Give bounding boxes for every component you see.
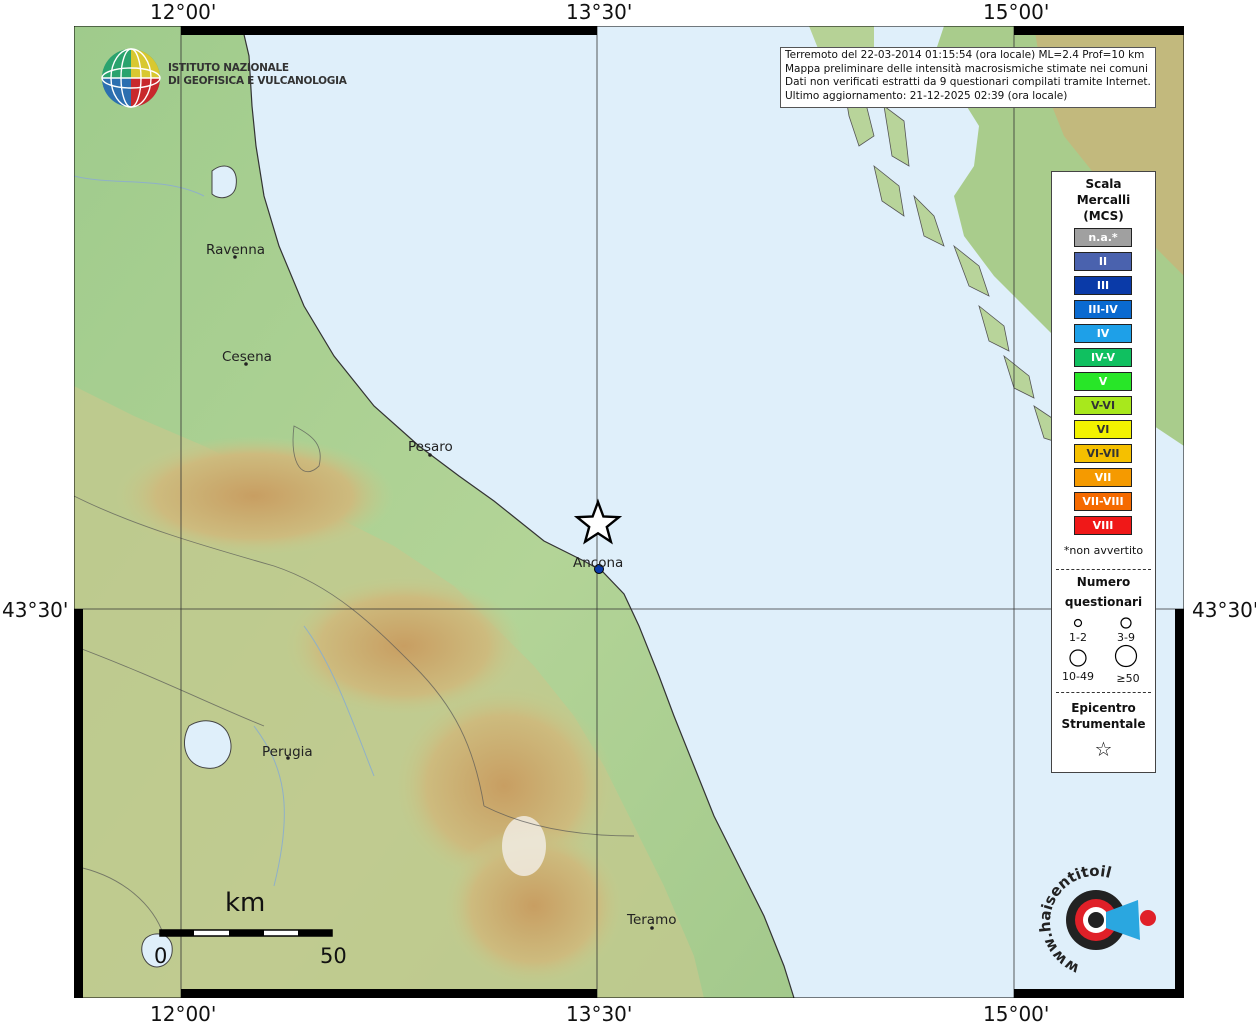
epicenter-title-line1: Epicentro <box>1071 701 1136 715</box>
map-frame <box>74 26 1184 998</box>
city-teramo[interactable]: Teramo <box>627 912 677 928</box>
count-label-1-2: 1-2 <box>1069 631 1087 644</box>
mcs-item-iii-iv: III-IV <box>1074 300 1132 319</box>
data-note-line: Dati non verificati estratti da 9 questi… <box>785 76 1151 89</box>
mcs-item-viii: VIII <box>1074 516 1132 535</box>
count-circle-50 <box>1114 644 1138 668</box>
count-label-50: ≥50 <box>1116 672 1140 685</box>
city-ancona[interactable]: Ancona <box>573 555 623 571</box>
ingv-globe-icon <box>101 48 161 108</box>
haisentito-logo[interactable]: www.haisentitoilterremoto.it <box>1001 840 1165 992</box>
scale-unit: km <box>225 888 266 918</box>
terrain-map[interactable] <box>74 26 1184 998</box>
na-note: *non avvertito <box>1063 544 1144 557</box>
scale-max: 50 <box>320 944 347 968</box>
lake-trasimeno <box>184 720 232 769</box>
ingv-line1: ISTITUTO NAZIONALE <box>168 62 289 74</box>
event-info-box: Terremoto del 22-03-2014 01:15:54 (ora l… <box>780 47 1156 108</box>
legend-separator-1 <box>1056 569 1151 570</box>
ingv-logo[interactable] <box>100 47 162 109</box>
mcs-item-v-vi: V-VI <box>1074 396 1132 415</box>
lon-label-bottom-12: 12°00' <box>150 1002 217 1026</box>
count-title-line1: Numero <box>1076 575 1131 589</box>
lon-label-bottom-13-30: 13°30' <box>566 1002 633 1026</box>
lat-label-left: 43°30' <box>2 598 69 622</box>
haisentito-logo-icon: www.haisentitoilterremoto.it <box>1001 840 1156 992</box>
count-circle-10-49 <box>1069 649 1087 667</box>
mcs-item-vii: VII <box>1074 468 1132 487</box>
legend-separator-2 <box>1056 692 1151 693</box>
city-ravenna[interactable]: Ravenna <box>206 242 265 258</box>
count-label-10-49: 10-49 <box>1062 670 1094 683</box>
mcs-item-iv: IV <box>1074 324 1132 343</box>
lagoon <box>211 165 237 199</box>
count-label-3-9: 3-9 <box>1117 631 1135 644</box>
mcs-item-iii: III <box>1074 276 1132 295</box>
city-cesena[interactable]: Cesena <box>222 349 272 365</box>
update-line: Ultimo aggiornamento: 21-12-2025 02:39 (… <box>785 89 1068 102</box>
epicenter-title-line2: Strumentale <box>1061 717 1146 731</box>
mcs-item-n-a: n.a.* <box>1074 228 1132 247</box>
epicenter-star-icon: ☆ <box>1094 737 1113 761</box>
lon-label-top-12: 12°00' <box>150 0 217 24</box>
city-pesaro[interactable]: Pesaro <box>408 439 453 455</box>
count-circle-3-9 <box>1120 617 1132 629</box>
mcs-item-iv-v: IV-V <box>1074 348 1132 367</box>
count-title-line2: questionari <box>1064 595 1143 609</box>
mcs-legend: Scala Mercalli (MCS) n.a.* II III III-IV IV I… <box>1051 171 1156 773</box>
legend-title-line3: (MCS) <box>1083 209 1124 223</box>
count-circle-1-2 <box>1073 618 1083 628</box>
legend-title-line2: Mercalli <box>1076 193 1131 207</box>
lon-label-top-15: 15°00' <box>983 0 1050 24</box>
city-perugia[interactable]: Perugia <box>262 744 313 760</box>
map-note-line: Mappa preliminare delle intensità macros… <box>785 62 1148 75</box>
ingv-logo-text: ISTITUTO NAZIONALE DI GEOFISICA E VULCAN… <box>168 62 347 88</box>
apennines-north <box>114 436 394 556</box>
snow-peak <box>502 816 546 876</box>
scale-bar <box>159 929 333 937</box>
ingv-line2: DI GEOFISICA E VULCANOLOGIA <box>168 75 347 87</box>
event-line: Terremoto del 22-03-2014 01:15:54 (ora l… <box>785 49 1145 61</box>
mcs-item-v: V <box>1074 372 1132 391</box>
legend-title-line1: Scala <box>1085 177 1122 191</box>
mcs-item-vi-vii: VI-VII <box>1074 444 1132 463</box>
lat-label-right: 43°30' <box>1192 598 1256 622</box>
lon-label-top-13-30: 13°30' <box>566 0 633 24</box>
mcs-item-vii-viii: VII-VIII <box>1074 492 1132 511</box>
scale-min: 0 <box>154 944 168 968</box>
legend-title: Scala Mercalli (MCS) <box>1052 176 1155 224</box>
mcs-item-vi: VI <box>1074 420 1132 439</box>
mcs-item-ii: II <box>1074 252 1132 271</box>
lon-label-bottom-15: 15°00' <box>983 1002 1050 1026</box>
